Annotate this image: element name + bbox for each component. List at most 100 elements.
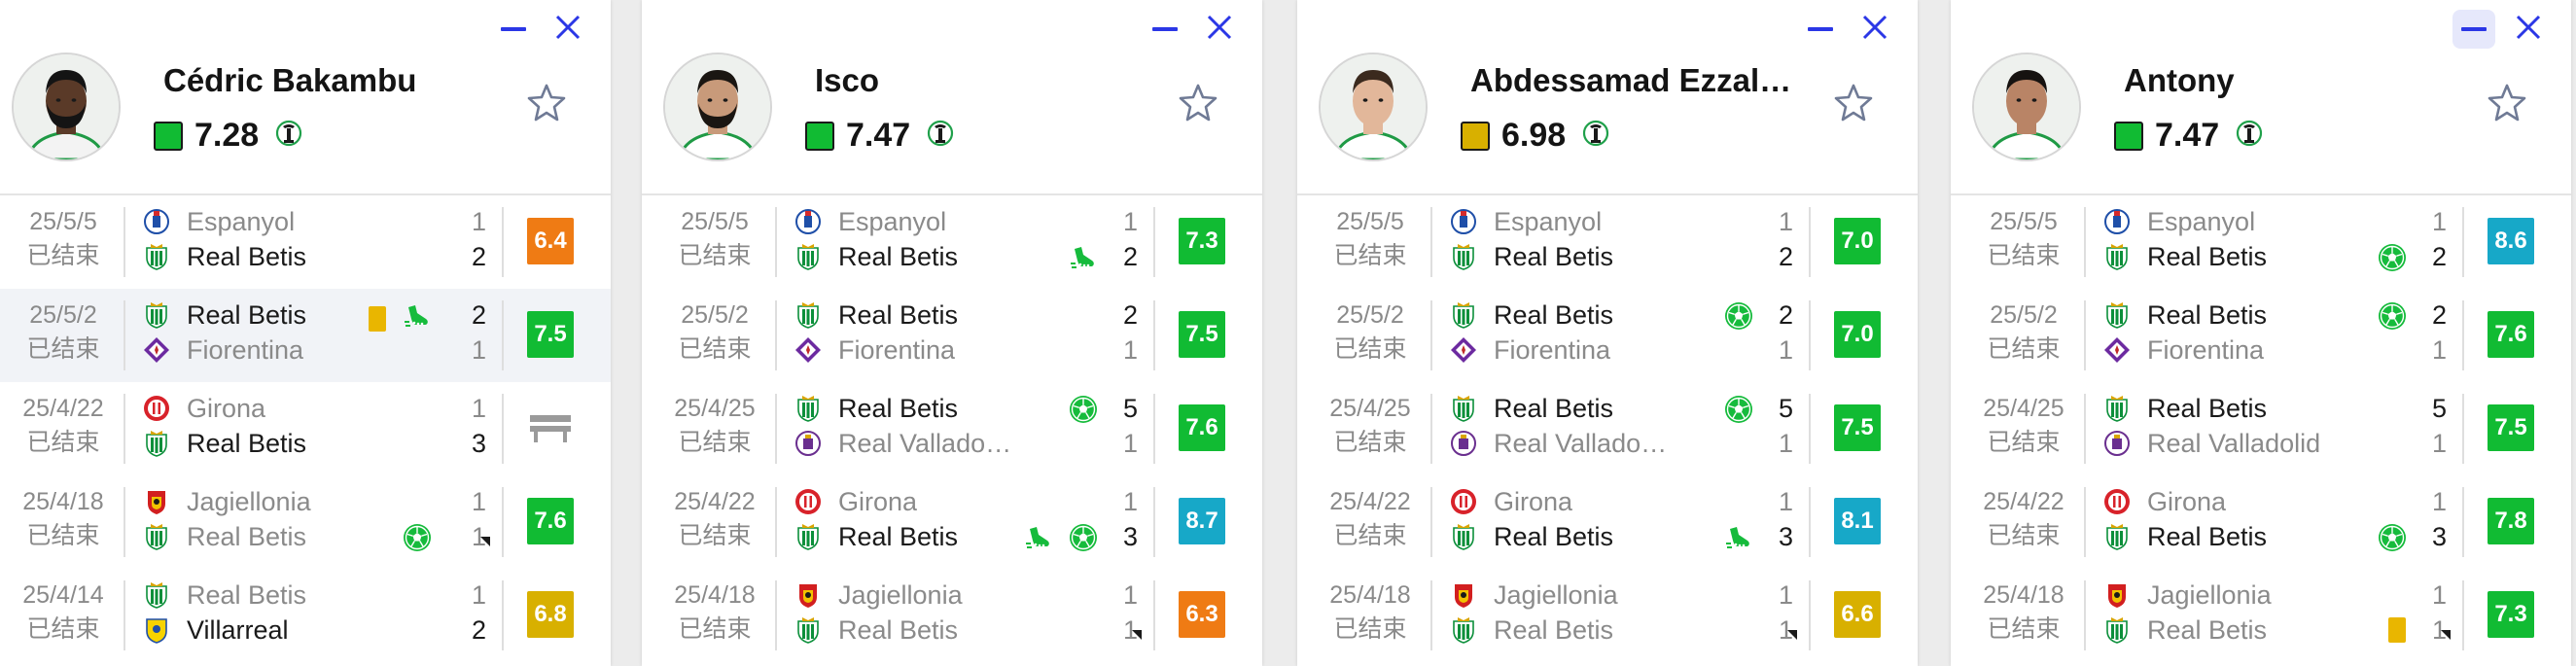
home-score: 5 [1122, 394, 1138, 423]
match-rating-badge: 8.6 [2488, 218, 2534, 264]
match-row[interactable]: 25/5/5 已结束 Espanyol Real Betis 1 2 6.4 [0, 195, 611, 289]
favorite-button[interactable] [2487, 82, 2527, 127]
match-row[interactable]: 25/4/22 已结束 Girona Real Betis 1 3 8.7 [642, 475, 1262, 569]
away-team-logo [2102, 242, 2132, 271]
match-status: 已结束 [1333, 242, 1407, 269]
minimize-button[interactable] [492, 10, 535, 49]
corner-flag-icon [2441, 630, 2451, 640]
match-row[interactable]: 25/4/25 已结束 Real Betis Real Vallado… 5 1 7.6 [642, 382, 1262, 475]
divider [1809, 300, 1811, 370]
match-row[interactable]: 25/4/22 已结束 Girona Real Betis 1 3 8.1 [1297, 475, 1918, 569]
match-status: 已结束 [1333, 429, 1407, 456]
home-team-name: Espanyol [838, 207, 947, 236]
avatar[interactable] [12, 53, 121, 161]
divider [775, 207, 777, 277]
match-row[interactable]: 25/4/22 已结束 Girona Real Betis 1 3 7.8 [1951, 475, 2571, 569]
player-name[interactable]: Cédric Bakambu [163, 62, 416, 99]
home-team-logo [1449, 207, 1478, 236]
minimize-button[interactable] [2452, 10, 2495, 49]
match-date-text: 25/4/25 [1329, 395, 1411, 422]
match-row[interactable]: 25/4/18 已结束 Jagiellonia Real Betis 1 1 7.6 [0, 475, 611, 569]
match-row[interactable]: 25/5/5 已结束 Espanyol Real Betis 1 2 7.3 [642, 195, 1262, 289]
away-score: 2 [1122, 242, 1138, 271]
divider [2462, 300, 2464, 370]
match-date: 25/5/5 已结束 [661, 205, 768, 273]
yellow-card-icon [2386, 615, 2408, 649]
divider [775, 300, 777, 370]
close-button[interactable] [2507, 10, 2550, 49]
match-row[interactable]: 25/4/18 已结束 Jagiellonia Real Betis 1 1 6.6 [1297, 569, 1918, 662]
match-date: 25/4/22 已结束 [10, 392, 117, 460]
match-row[interactable]: 25/5/2 已结束 Real Betis Fiorentina 2 1 7.6 [1951, 289, 2571, 382]
rating-value: 6.98 [1501, 117, 1567, 154]
match-date: 25/5/5 已结束 [1317, 205, 1424, 273]
close-button[interactable] [1853, 10, 1896, 49]
minimize-icon [501, 27, 526, 31]
match-date: 25/4/25 已结束 [661, 392, 768, 460]
divider [502, 207, 504, 277]
match-date: 25/4/18 已结束 [1970, 578, 2077, 647]
match-date: 25/4/22 已结束 [661, 485, 768, 553]
match-rating-badge: 7.8 [2488, 498, 2534, 544]
away-score: 2 [471, 615, 486, 645]
match-row[interactable]: 25/4/18 已结束 Jagiellonia Real Betis 1 1 6.3 [642, 569, 1262, 662]
away-team-logo [2102, 522, 2132, 551]
avatar[interactable] [1972, 53, 2081, 161]
yellow-card-icon [367, 304, 388, 338]
player-name[interactable]: Abdessamad Ezzal… [1470, 62, 1791, 99]
away-score: 1 [1778, 429, 1793, 458]
match-row[interactable]: 25/4/18 已结束 Jagiellonia Real Betis 1 1 7.3 [1951, 569, 2571, 662]
match-rating-badge: 8.1 [1834, 498, 1881, 544]
divider [502, 300, 504, 370]
home-team-logo [2102, 394, 2132, 423]
away-score: 3 [471, 429, 486, 458]
match-row[interactable]: 25/5/5 已结束 Espanyol Real Betis 1 2 8.6 [1951, 195, 2571, 289]
match-status: 已结束 [1333, 335, 1407, 363]
minimize-button[interactable] [1799, 10, 1842, 49]
player-name[interactable]: Isco [815, 62, 879, 99]
match-row[interactable]: 25/5/2 已结束 Real Betis Fiorentina 2 1 7.5 [0, 289, 611, 382]
match-row[interactable]: 25/4/25 已结束 Real Betis Real Valladolid 5 1 7.… [1951, 382, 2571, 475]
away-team-name: Real Betis [187, 242, 307, 271]
away-team-logo [2102, 615, 2132, 645]
home-team-logo [794, 580, 823, 610]
rating-indicator [2114, 121, 2143, 151]
away-team-name: Fiorentina [838, 335, 956, 365]
favorite-button[interactable] [1833, 82, 1874, 127]
home-score: 1 [2431, 580, 2447, 610]
match-date-text: 25/4/18 [674, 581, 756, 609]
home-team-name: Espanyol [1494, 207, 1603, 236]
avatar[interactable] [1319, 53, 1428, 161]
player-name[interactable]: Antony [2124, 62, 2235, 99]
match-status: 已结束 [678, 522, 752, 549]
favorite-button[interactable] [1178, 82, 1218, 127]
match-row[interactable]: 25/5/5 已结束 Espanyol Real Betis 1 2 7.0 [1297, 195, 1918, 289]
home-team-name: Jagiellonia [187, 487, 311, 516]
match-date-text: 25/4/22 [1983, 488, 2064, 515]
match-row[interactable]: 25/4/14 已结束 Real Betis Villarreal 1 2 6.8 [0, 569, 611, 662]
home-score: 1 [1122, 487, 1138, 516]
divider [1430, 580, 1432, 650]
avatar[interactable] [663, 53, 772, 161]
boot-assist-icon [1068, 242, 1099, 278]
match-row[interactable]: 25/5/2 已结束 Real Betis Fiorentina 2 1 7.0 [1297, 289, 1918, 382]
match-row[interactable]: 25/4/22 已结束 Girona Real Betis 1 3 [0, 382, 611, 475]
minimize-button[interactable] [1144, 10, 1186, 49]
match-row[interactable]: 25/5/2 已结束 Real Betis Fiorentina 2 1 7.5 [642, 289, 1262, 382]
home-team-name: Real Betis [2147, 300, 2268, 330]
home-score: 2 [471, 300, 486, 330]
rating-indicator [154, 121, 183, 151]
away-score: 1 [1122, 429, 1138, 458]
close-button[interactable] [547, 10, 589, 49]
home-score: 1 [471, 394, 486, 423]
match-row[interactable]: 25/4/25 已结束 Real Betis Real Vallado… 5 1 7.5 [1297, 382, 1918, 475]
away-team-logo [1449, 335, 1478, 365]
favorite-button[interactable] [526, 82, 567, 127]
divider [2084, 394, 2086, 464]
close-button[interactable] [1198, 10, 1241, 49]
away-score: 1 [2431, 429, 2447, 458]
away-team-logo [142, 522, 171, 551]
match-date: 25/5/2 已结束 [661, 298, 768, 367]
away-team-name: Real Betis [1494, 522, 1614, 551]
season-rating: 7.47 [2114, 117, 2264, 155]
